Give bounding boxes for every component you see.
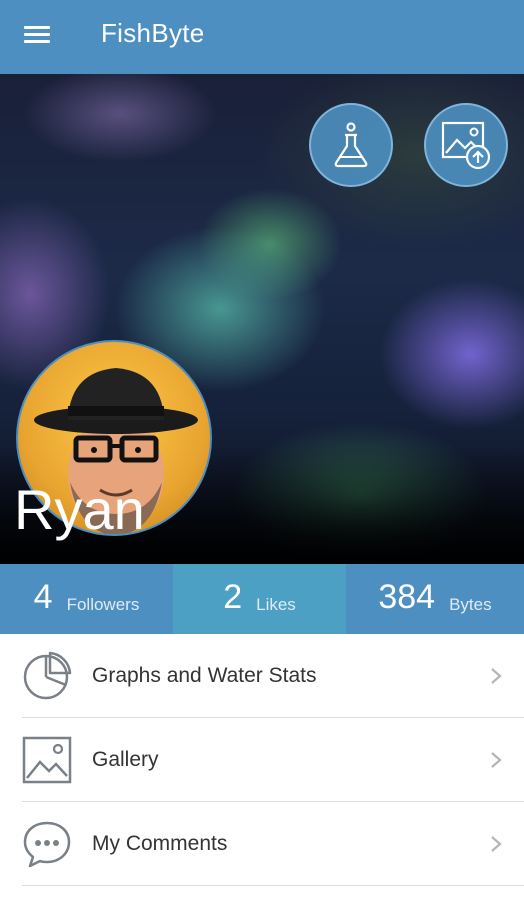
upload-cover-button[interactable] [424,103,508,187]
profile-cover: Ryan [0,74,524,564]
chevron-right-icon [491,668,502,684]
menu-item-graphs[interactable]: Graphs and Water Stats [0,634,524,718]
bytes-stat[interactable]: 384 Bytes [346,564,524,634]
menu-item-label: Graphs and Water Stats [92,664,317,687]
divider [22,885,524,886]
profile-name: Ryan [14,478,145,541]
hamburger-menu-button[interactable] [22,22,54,52]
chevron-right-icon [491,836,502,852]
flask-icon [334,122,368,168]
followers-stat[interactable]: 4 Followers [0,564,173,634]
profile-menu: Graphs and Water Stats Gallery My Commen… [0,634,524,886]
followers-label: Followers [66,595,140,614]
likes-stat[interactable]: 2 Likes [173,564,346,634]
menu-icon-bar [24,33,50,36]
pie-chart-icon [23,651,72,700]
followers-count: 4 [33,577,53,616]
menu-item-label: Gallery [92,748,159,771]
menu-item-label: My Comments [92,832,228,855]
water-test-button[interactable] [309,103,393,187]
app-bar: FishByte [0,0,524,74]
image-upload-icon [441,121,491,170]
bytes-count: 384 [378,577,436,616]
menu-icon-bar [24,26,50,29]
app-title: FishByte [101,18,205,48]
chevron-right-icon [491,752,502,768]
likes-label: Likes [256,595,296,614]
menu-item-comments[interactable]: My Comments [0,802,524,886]
image-icon [22,736,72,784]
comment-icon [23,821,71,868]
likes-count: 2 [223,577,243,616]
menu-item-gallery[interactable]: Gallery [0,718,524,802]
bytes-label: Bytes [449,595,492,614]
menu-icon-bar [24,40,50,43]
stats-bar: 4 Followers 2 Likes 384 Bytes [0,564,524,634]
